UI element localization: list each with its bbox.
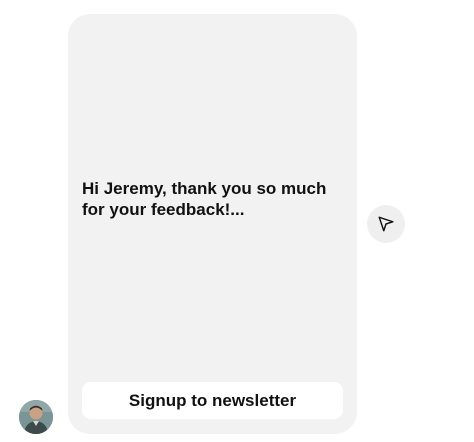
share-button[interactable]	[367, 205, 405, 243]
message-text: Hi Jeremy, thank you so much for your fe…	[82, 179, 327, 219]
signup-newsletter-button[interactable]: Signup to newsletter	[82, 382, 343, 419]
avatar[interactable]	[19, 400, 53, 434]
avatar-image	[19, 400, 53, 434]
chat-thread: Hi Jeremy, thank you so much for your fe…	[0, 0, 474, 442]
paper-plane-icon	[378, 216, 394, 232]
message-card: Hi Jeremy, thank you so much for your fe…	[68, 14, 357, 434]
